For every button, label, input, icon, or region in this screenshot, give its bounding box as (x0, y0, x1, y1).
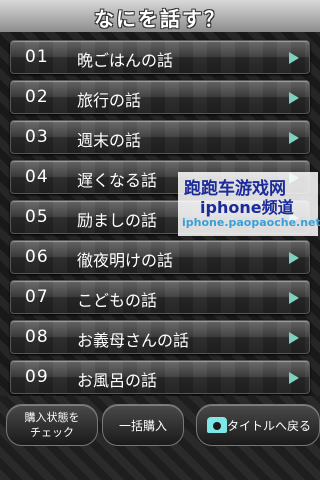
back-to-title-label: タイトルへ戻る (226, 419, 311, 433)
topic-label: 旅行の話 (77, 91, 142, 110)
watermark-subtitle: iphone频道 (200, 198, 294, 217)
topic-number: 08 (25, 327, 49, 347)
back-to-title-button[interactable]: タイトルへ戻る (196, 404, 320, 446)
topic-row-08[interactable]: 08 お義母さんの話 (10, 320, 310, 354)
topic-label: こどもの話 (77, 291, 158, 310)
topic-number: 06 (25, 247, 49, 267)
check-purchase-label-line2: チェック (30, 426, 74, 439)
topic-row-01[interactable]: 01 晩ごはんの話 (10, 40, 310, 74)
topic-number: 07 (25, 287, 49, 307)
chevron-right-icon (289, 52, 299, 64)
topic-row-09[interactable]: 09 お風呂の話 (10, 360, 310, 394)
topic-row-03[interactable]: 03 週末の話 (10, 120, 310, 154)
topic-row-06[interactable]: 06 徹夜明けの話 (10, 240, 310, 274)
topic-label: お義母さんの話 (77, 331, 190, 350)
title-bar: なにを話す？ (0, 0, 320, 34)
bulk-purchase-button[interactable]: 一括購入 (102, 404, 184, 446)
topic-row-02[interactable]: 02 旅行の話 (10, 80, 310, 114)
topic-label: 晩ごはんの話 (77, 51, 174, 70)
bulk-purchase-label: 一括購入 (118, 419, 167, 433)
check-purchase-button[interactable]: 購入状態を チェック (6, 404, 98, 446)
topic-label: 励ましの話 (77, 211, 158, 230)
chevron-right-icon (289, 132, 299, 144)
watermark-url: iphone.paopaoche.net (182, 216, 320, 229)
topic-number: 04 (25, 167, 49, 187)
chevron-right-icon (289, 292, 299, 304)
watermark: 跑跑车游戏网 iphone频道 iphone.paopaoche.net (178, 172, 320, 236)
topic-number: 03 (25, 127, 49, 147)
phone-icon (207, 417, 227, 433)
chevron-right-icon (289, 252, 299, 264)
topic-label: お風呂の話 (77, 371, 158, 390)
topic-number: 09 (25, 367, 49, 387)
topic-number: 05 (25, 207, 49, 227)
chevron-right-icon (289, 332, 299, 344)
chevron-right-icon (289, 92, 299, 104)
check-purchase-label-line1: 購入状態を (24, 411, 80, 424)
topic-label: 徹夜明けの話 (77, 251, 174, 270)
page-title: なにを話す？ (94, 7, 226, 31)
footer-bar: 購入状態を チェック 一括購入 タイトルへ戻る (0, 396, 320, 480)
topic-number: 02 (25, 87, 49, 107)
topic-label: 週末の話 (77, 131, 142, 150)
chevron-right-icon (289, 372, 299, 384)
topic-number: 01 (25, 47, 49, 67)
topic-label: 遅くなる話 (77, 171, 158, 190)
topic-row-07[interactable]: 07 こどもの話 (10, 280, 310, 314)
